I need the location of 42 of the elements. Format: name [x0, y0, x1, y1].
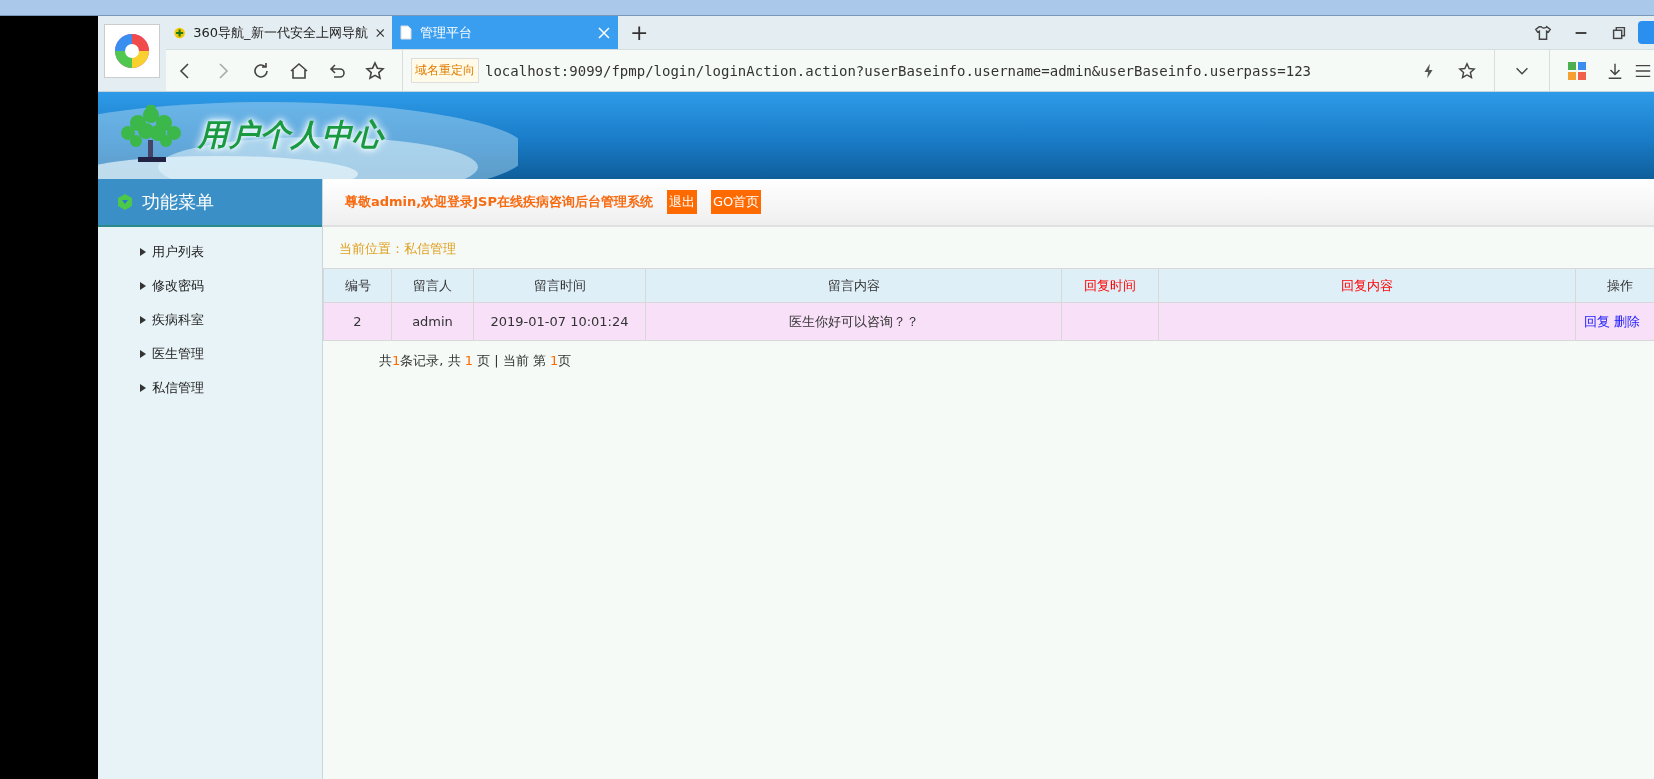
sidebar-item[interactable]: 修改密码: [98, 269, 322, 303]
page-icon: [400, 25, 412, 40]
star-icon[interactable]: [1458, 61, 1476, 80]
sidebar-item[interactable]: 私信管理: [98, 371, 322, 405]
shirt-icon[interactable]: [1534, 23, 1552, 42]
caret-icon: [140, 316, 146, 324]
download-icon[interactable]: [1606, 61, 1624, 80]
browser-logo-icon[interactable]: [104, 24, 160, 78]
browser-tab[interactable]: 360导航_新一代安全上网导航: [166, 16, 392, 49]
caret-icon: [140, 282, 146, 290]
table-cell: 2: [323, 302, 392, 341]
column-header: 回复时间: [1061, 268, 1159, 303]
breadcrumb: 当前位置：私信管理: [338, 240, 457, 258]
apps-grid-icon[interactable]: [1568, 61, 1586, 80]
sidebar-item[interactable]: 用户列表: [98, 235, 322, 269]
table-cell: 2019-01-07 10:01:24: [473, 302, 646, 341]
caret-icon: [140, 248, 146, 256]
sidebar-item[interactable]: 医生管理: [98, 337, 322, 371]
close-icon[interactable]: [375, 26, 384, 39]
action-link[interactable]: 删除: [1614, 313, 1640, 329]
sidebar-item[interactable]: 疾病科室: [98, 303, 322, 337]
column-header: 留言内容: [645, 268, 1062, 303]
caret-icon: [140, 384, 146, 392]
welcome-text: 尊敬admin,欢迎登录JSP在线疾病咨询后台管理系统: [345, 193, 653, 211]
action-link[interactable]: 回复: [1584, 313, 1610, 329]
hexagon-icon: [116, 193, 134, 211]
table-cell: admin: [391, 302, 474, 341]
table-cell: 医生你好可以咨询？？: [645, 302, 1062, 341]
column-header: 留言时间: [473, 268, 646, 303]
column-header: 操作: [1575, 268, 1654, 303]
header-title: 用户个人中心: [198, 116, 384, 154]
new-tab-button[interactable]: +: [618, 16, 661, 49]
reload-icon[interactable]: [251, 60, 271, 81]
column-header: 编号: [323, 268, 392, 303]
url-field[interactable]: localhost:9099/fpmp/login/loginAction.action?userBaseinfo.username=admin&userBaseinfo.userpass=123: [485, 62, 1410, 79]
column-header: 回复内容: [1158, 268, 1576, 303]
star-icon[interactable]: [365, 60, 385, 81]
menu-title: 功能菜单: [142, 190, 214, 214]
caret-icon: [140, 350, 146, 358]
pagination-text: 共1条记录, 共 1 页 | 当前 第 1页: [378, 352, 573, 370]
column-header: 留言人: [391, 268, 474, 303]
home-icon[interactable]: [289, 60, 309, 81]
